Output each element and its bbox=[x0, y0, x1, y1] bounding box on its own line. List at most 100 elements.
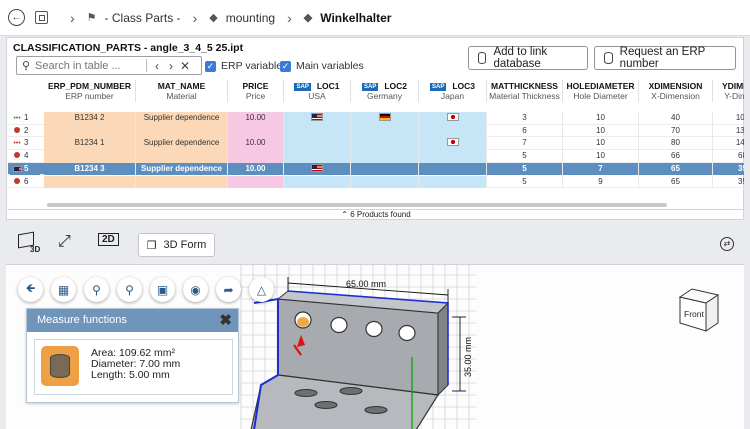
cell-t[interactable]: 6 bbox=[487, 124, 563, 138]
breadcrumb-mounting[interactable]: ◆ mounting bbox=[209, 11, 275, 25]
cell-loc2[interactable] bbox=[351, 150, 419, 163]
home-icon[interactable] bbox=[35, 11, 48, 24]
cell-loc3[interactable] bbox=[419, 124, 487, 138]
cell-t[interactable]: 5 bbox=[487, 175, 563, 188]
cube-shaded-icon[interactable]: ▣ bbox=[150, 277, 175, 302]
cell-erp[interactable]: B1234 3 bbox=[44, 162, 136, 176]
cell-h[interactable]: 10 bbox=[563, 124, 639, 138]
column-header-price[interactable]: PRICE Price bbox=[228, 80, 284, 102]
breadcrumb-class-parts[interactable]: ⚑ - Class Parts - bbox=[87, 11, 181, 25]
camera-icon[interactable]: ◉ bbox=[183, 277, 208, 302]
navigation-cube[interactable]: Front bbox=[676, 285, 720, 333]
cell-loc1[interactable] bbox=[284, 137, 351, 150]
chevron-left-icon[interactable]: ‹ bbox=[150, 59, 164, 73]
cell-y[interactable]: 35 bbox=[713, 176, 744, 189]
cell-loc2[interactable] bbox=[351, 124, 419, 138]
cell-h[interactable]: 10 bbox=[563, 137, 639, 150]
table-row[interactable]: ••• 1 B1234 2 Supplier dependence 10.00 3 10 40… bbox=[8, 112, 744, 125]
cell-price[interactable] bbox=[228, 175, 284, 188]
cell-h[interactable]: 10 bbox=[563, 112, 639, 125]
cell-loc1[interactable] bbox=[284, 175, 351, 188]
erp-variables-checkbox[interactable]: ✓ ERP variables bbox=[205, 60, 287, 72]
cell-h[interactable]: 10 bbox=[563, 150, 639, 163]
dimensions-icon[interactable]: ⤢ bbox=[58, 233, 71, 251]
back-icon[interactable]: 🡸 bbox=[18, 277, 43, 302]
main-variables-checkbox[interactable]: ✓ Main variables bbox=[280, 60, 364, 72]
cell-y[interactable]: 100 bbox=[713, 112, 744, 125]
table-row[interactable]: ••• 3 B1234 1 Supplier dependence 10.00 7 10 80… bbox=[8, 137, 744, 150]
column-header-loc2[interactable]: SAP LOC2 Germany bbox=[351, 80, 419, 102]
cell-y[interactable]: 140 bbox=[713, 137, 744, 150]
cell-price[interactable] bbox=[228, 124, 284, 138]
cell-loc2[interactable] bbox=[351, 137, 419, 150]
cell-loc1[interactable] bbox=[284, 150, 351, 163]
view-2d-button[interactable]: 2D bbox=[98, 233, 119, 246]
cell-t[interactable]: 3 bbox=[487, 112, 563, 125]
cell-y[interactable]: 130 bbox=[713, 125, 744, 138]
cell-t[interactable]: 5 bbox=[487, 150, 563, 163]
cell-price[interactable]: 10.00 bbox=[228, 162, 284, 176]
3d-form-button[interactable]: ❒ 3D Form bbox=[138, 233, 215, 257]
cell-loc2[interactable] bbox=[351, 162, 419, 176]
table-row[interactable]: 2 61070130 bbox=[8, 124, 744, 138]
cell-loc2[interactable] bbox=[351, 112, 419, 125]
column-header-holediameter[interactable]: HOLEDIAMETER Hole Diameter bbox=[563, 80, 639, 102]
cell-h[interactable]: 7 bbox=[563, 162, 639, 176]
cell-h[interactable]: 9 bbox=[563, 175, 639, 188]
column-header-xdimension[interactable]: XDIMENSION X-Dimension bbox=[639, 80, 713, 102]
table-row[interactable]: 4 5106668 bbox=[8, 150, 744, 163]
cell-loc3[interactable] bbox=[419, 162, 487, 176]
3d-viewer[interactable]: 65.00 mm 35.00 mm 🡸 ▦ ⚲ ⚲ ▣ ◉ ➦ △ Measur… bbox=[6, 264, 744, 429]
zoom-icon[interactable]: ⚲ bbox=[117, 277, 142, 302]
cell-x[interactable]: 66 bbox=[639, 150, 713, 163]
cell-mat[interactable]: Supplier dependence bbox=[136, 112, 228, 125]
add-to-link-database-button[interactable]: Add to link database bbox=[468, 46, 588, 70]
horizontal-scrollbar[interactable] bbox=[47, 203, 667, 207]
measure-icon[interactable]: ➦ bbox=[216, 277, 241, 302]
cell-x[interactable]: 40 bbox=[639, 112, 713, 125]
search-input[interactable] bbox=[35, 59, 143, 72]
cell-t[interactable]: 7 bbox=[487, 137, 563, 150]
request-erp-number-button[interactable]: Request an ERP number bbox=[594, 46, 736, 70]
cell-loc2[interactable] bbox=[351, 175, 419, 188]
cell-loc1[interactable] bbox=[284, 162, 351, 176]
cell-x[interactable]: 70 bbox=[639, 124, 713, 138]
cell-x[interactable]: 65 bbox=[639, 175, 713, 188]
column-header-loc3[interactable]: SAP LOC3 Japan bbox=[419, 80, 487, 102]
cell-loc1[interactable] bbox=[284, 112, 351, 125]
table-row[interactable]: 6596535 bbox=[8, 175, 744, 189]
view-3d-button[interactable]: 3D bbox=[18, 231, 40, 254]
cell-mat[interactable] bbox=[136, 124, 228, 138]
cell-y[interactable]: 35 bbox=[713, 162, 744, 176]
cell-mat[interactable]: Supplier dependence bbox=[136, 162, 228, 176]
cell-erp[interactable] bbox=[44, 124, 136, 138]
cell-loc3[interactable] bbox=[419, 112, 487, 125]
cell-erp[interactable]: B1234 2 bbox=[44, 112, 136, 125]
cell-t[interactable]: 5 bbox=[487, 162, 563, 176]
column-header-matthickness[interactable]: MATTHICKNESS Material Thickness bbox=[487, 80, 563, 102]
collapse-icon[interactable]: ⇄ bbox=[720, 237, 734, 251]
layers-icon[interactable]: ▦ bbox=[51, 277, 76, 302]
cell-y[interactable]: 68 bbox=[713, 150, 744, 163]
back-arrow-icon[interactable]: ← bbox=[8, 9, 25, 26]
table-row[interactable]: 5B1234 3Supplier dependence10.00576535 bbox=[8, 162, 744, 176]
cell-price[interactable] bbox=[228, 150, 284, 163]
close-icon[interactable]: ✖ bbox=[219, 309, 232, 332]
cell-x[interactable]: 65 bbox=[639, 162, 713, 176]
cell-loc1[interactable] bbox=[284, 124, 351, 138]
zoom-fit-icon[interactable]: ⚲ bbox=[84, 277, 109, 302]
cell-x[interactable]: 80 bbox=[639, 137, 713, 150]
close-icon[interactable]: ✕ bbox=[178, 59, 192, 73]
products-found-bar[interactable]: ⌃ 6 Products found bbox=[8, 209, 744, 220]
column-header-ydimensi[interactable]: YDIMENSIY-Dimens bbox=[713, 80, 744, 102]
cell-erp[interactable]: B1234 1 bbox=[44, 137, 136, 150]
cell-mat[interactable] bbox=[136, 150, 228, 163]
breadcrumb-winkelhalter[interactable]: ◆ Winkelhalter bbox=[304, 11, 392, 25]
cell-loc3[interactable] bbox=[419, 175, 487, 188]
column-header-mat_name[interactable]: MAT_NAME Material bbox=[136, 80, 228, 102]
chevron-right-icon[interactable]: › bbox=[164, 59, 178, 73]
column-header-erp_pdm_number[interactable]: ERP_PDM_NUMBER ERP number bbox=[44, 80, 136, 102]
cell-erp[interactable] bbox=[44, 175, 136, 188]
cell-loc3[interactable] bbox=[419, 150, 487, 163]
cell-loc3[interactable] bbox=[419, 137, 487, 150]
